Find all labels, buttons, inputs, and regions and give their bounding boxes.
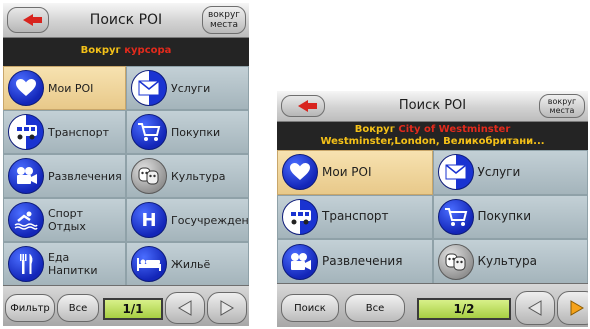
chevron-right-icon <box>570 300 584 316</box>
search-button[interactable]: Поиск <box>281 294 339 322</box>
location-banner: Вокруг курсора <box>3 38 249 66</box>
location-banner: Вокруг City of Westminster Westminster,L… <box>277 122 588 150</box>
location-prefix: Вокруг <box>80 45 121 56</box>
location-value: City of Westminster <box>398 124 511 135</box>
prev-page-button[interactable] <box>165 292 205 324</box>
svg-text:H: H <box>141 210 156 230</box>
envelope-icon <box>131 70 167 106</box>
footer-toolbar: Фильтр Все 1/1 <box>3 285 249 326</box>
location-address: Westminster,London, Великобритани... <box>320 136 545 147</box>
category-heart[interactable]: Мои POI <box>277 150 433 195</box>
chevron-left-icon <box>178 300 192 316</box>
category-label: Покупки <box>171 125 221 139</box>
category-fork-knife[interactable]: Еда Напитки <box>3 242 126 286</box>
category-label: Мои POI <box>48 81 94 95</box>
category-label: Услуги <box>477 164 521 179</box>
bed-icon <box>131 246 167 282</box>
prev-page-button[interactable] <box>515 291 555 325</box>
category-bus[interactable]: Транспорт <box>277 194 433 240</box>
category-label: Развлечения <box>322 254 403 269</box>
page-title: Поиск POI <box>89 12 163 28</box>
swimmer-icon <box>8 202 44 238</box>
category-label: Мои POI <box>322 164 372 179</box>
next-page-button[interactable] <box>557 291 588 325</box>
location-prefix: Вокруг <box>354 124 395 135</box>
all-button-label: Все <box>68 302 88 314</box>
category-envelope[interactable]: Услуги <box>126 66 249 110</box>
film-camera-icon <box>282 243 318 280</box>
next-page-button[interactable] <box>207 292 247 324</box>
category-label: Жильё <box>171 257 211 271</box>
back-button[interactable] <box>281 95 325 117</box>
all-button[interactable]: Все <box>345 294 405 322</box>
category-shopping-cart[interactable]: Покупки <box>126 110 249 154</box>
category-label: Транспорт <box>48 125 109 139</box>
category-film-camera[interactable]: Развлечения <box>277 239 433 284</box>
page-title: Поиск POI <box>398 98 467 113</box>
category-label: Развлечения <box>48 169 122 183</box>
fork-knife-icon <box>8 246 44 282</box>
category-theater-masks[interactable]: Культура <box>432 239 588 284</box>
shopping-cart-icon <box>437 198 474 235</box>
category-label: Транспорт <box>322 209 389 224</box>
category-label: Госучреждения <box>171 213 249 227</box>
category-label: Услуги <box>171 81 211 95</box>
category-label: Покупки <box>477 209 532 224</box>
all-button[interactable]: Все <box>57 294 99 322</box>
category-label: Спорт Отдых <box>48 207 86 233</box>
page-indicator: 1/2 <box>417 298 511 320</box>
theater-masks-icon <box>437 243 474 280</box>
back-arrow-icon <box>23 14 42 26</box>
all-button-label: Все <box>365 302 385 314</box>
around-place-button[interactable]: вокруг места <box>539 94 585 118</box>
location-value: курсора <box>124 45 172 56</box>
heart-icon <box>8 70 44 106</box>
around-line1: вокруг <box>547 97 577 106</box>
page-indicator: 1/1 <box>103 298 163 320</box>
category-theater-masks[interactable]: Культура <box>126 154 249 198</box>
category-heart[interactable]: Мои POI <box>3 66 126 110</box>
category-label: Культура <box>477 254 537 269</box>
category-grid: Мои POI Услуги Транспорт Покупки Развлечения… <box>3 66 249 286</box>
around-line2: места <box>549 106 575 115</box>
page-indicator-text: 1/2 <box>453 302 475 316</box>
shopping-cart-icon <box>131 114 167 150</box>
filter-button-label: Фильтр <box>10 302 50 314</box>
category-swimmer[interactable]: Спорт Отдых <box>3 198 126 242</box>
category-bus[interactable]: Транспорт <box>3 110 126 154</box>
chevron-right-icon <box>220 300 234 316</box>
around-line1: вокруг <box>207 10 240 20</box>
category-grid: Мои POI Услуги Транспорт Покупки Развлечения… <box>277 150 588 284</box>
chevron-left-icon <box>528 300 542 316</box>
bus-icon <box>282 198 318 235</box>
heart-icon <box>282 154 318 191</box>
category-h-letter[interactable]: H Госучреждения <box>126 198 249 242</box>
bus-icon <box>8 114 44 150</box>
filter-button[interactable]: Фильтр <box>5 294 55 322</box>
envelope-icon <box>437 154 474 191</box>
search-button-label: Поиск <box>294 302 326 314</box>
category-film-camera[interactable]: Развлечения <box>3 154 126 198</box>
back-button[interactable] <box>7 7 49 33</box>
poi-search-screen-left: Поиск POI вокруг места Вокруг курсора Мо… <box>3 3 249 326</box>
page-indicator-text: 1/1 <box>122 302 144 316</box>
header: Поиск POI вокруг места <box>3 3 249 38</box>
category-shopping-cart[interactable]: Покупки <box>432 194 588 240</box>
category-envelope[interactable]: Услуги <box>432 150 588 195</box>
footer-toolbar: Поиск Все 1/2 <box>277 283 588 327</box>
category-label: Еда Напитки <box>48 251 98 277</box>
header: Поиск POI вокруг места <box>277 91 588 122</box>
category-label: Культура <box>171 169 226 183</box>
around-place-button[interactable]: вокруг места <box>202 6 246 34</box>
theater-masks-icon <box>131 158 167 194</box>
back-arrow-icon <box>298 100 317 112</box>
h-letter-icon: H <box>131 202 167 238</box>
poi-search-screen-right: Поиск POI вокруг места Вокруг City of We… <box>277 91 588 327</box>
around-line2: места <box>209 20 239 30</box>
film-camera-icon <box>8 158 44 194</box>
category-bed[interactable]: Жильё <box>126 242 249 286</box>
